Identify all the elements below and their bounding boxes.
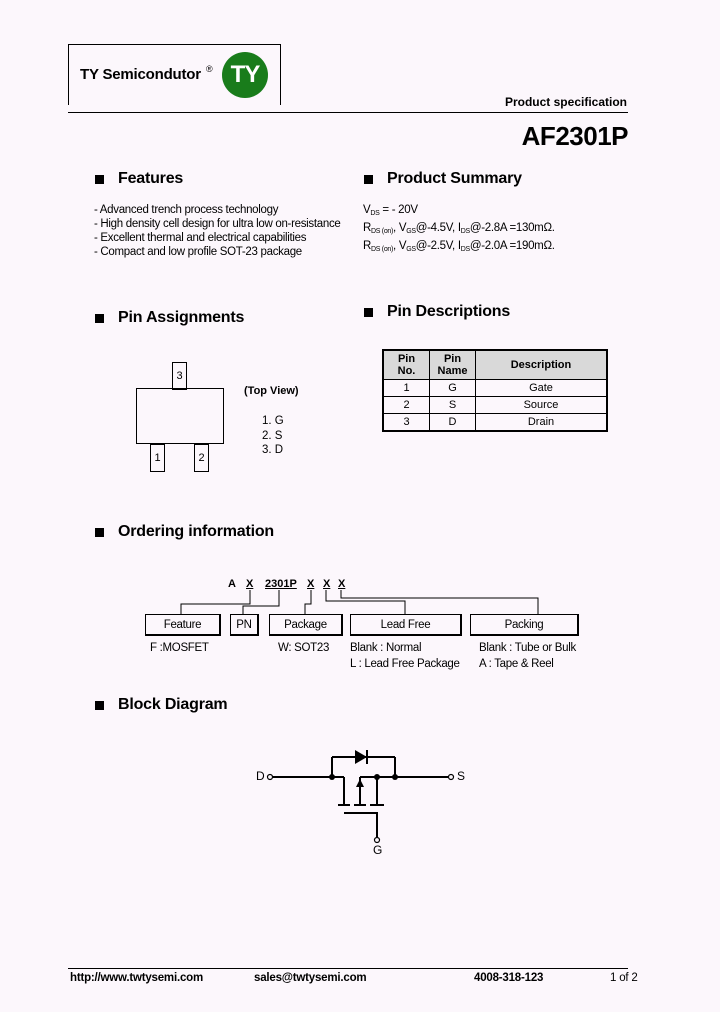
package-note: W: SOT23 [278, 642, 330, 654]
gate-label: G [373, 843, 383, 857]
gate-terminal [373, 836, 381, 844]
ordering-connector-lines [180, 590, 539, 614]
junction-dot [374, 774, 380, 780]
connector-pn [242, 590, 280, 614]
packing-notes: Blank : Tube or Bulk A : Tape & Reel [479, 642, 576, 670]
footer-divider [68, 968, 628, 969]
mosfet-schematic [266, 750, 455, 844]
junction-dot [392, 774, 398, 780]
ordering-box-packing: Packing [470, 614, 579, 636]
ordering-box-feature: Feature [145, 614, 221, 636]
feature-note: F :MOSFET [150, 642, 209, 654]
ordering-box-leadfree: Lead Free [350, 614, 462, 636]
connector-packing [340, 590, 539, 614]
bullet-icon [95, 700, 104, 710]
diode-icon [355, 750, 367, 764]
block-diagram-title: Block Diagram [118, 696, 228, 713]
source-label: S [457, 769, 466, 783]
page-number: 1 of 2 [610, 972, 638, 984]
drain-terminal [266, 773, 274, 781]
connector-package [304, 590, 312, 614]
junction-dot [329, 774, 335, 780]
gate-wire [344, 812, 378, 837]
block-diagram-heading: Block Diagram [95, 696, 228, 714]
footer-email[interactable]: sales@twtysemi.com [254, 972, 367, 984]
connector-leadfree [325, 590, 406, 614]
source-terminal [447, 773, 455, 781]
ordering-box-pn: PN [230, 614, 259, 636]
connector-feature [180, 590, 251, 614]
footer-phone: 4008-318-123 [474, 972, 544, 984]
footer-website[interactable]: http://www.twtysemi.com [70, 972, 203, 984]
drain-label: D [256, 769, 265, 783]
leadfree-notes: Blank : Normal L : Lead Free Package [350, 642, 460, 670]
arrow-icon [356, 779, 364, 787]
ordering-box-package: Package [269, 614, 343, 636]
